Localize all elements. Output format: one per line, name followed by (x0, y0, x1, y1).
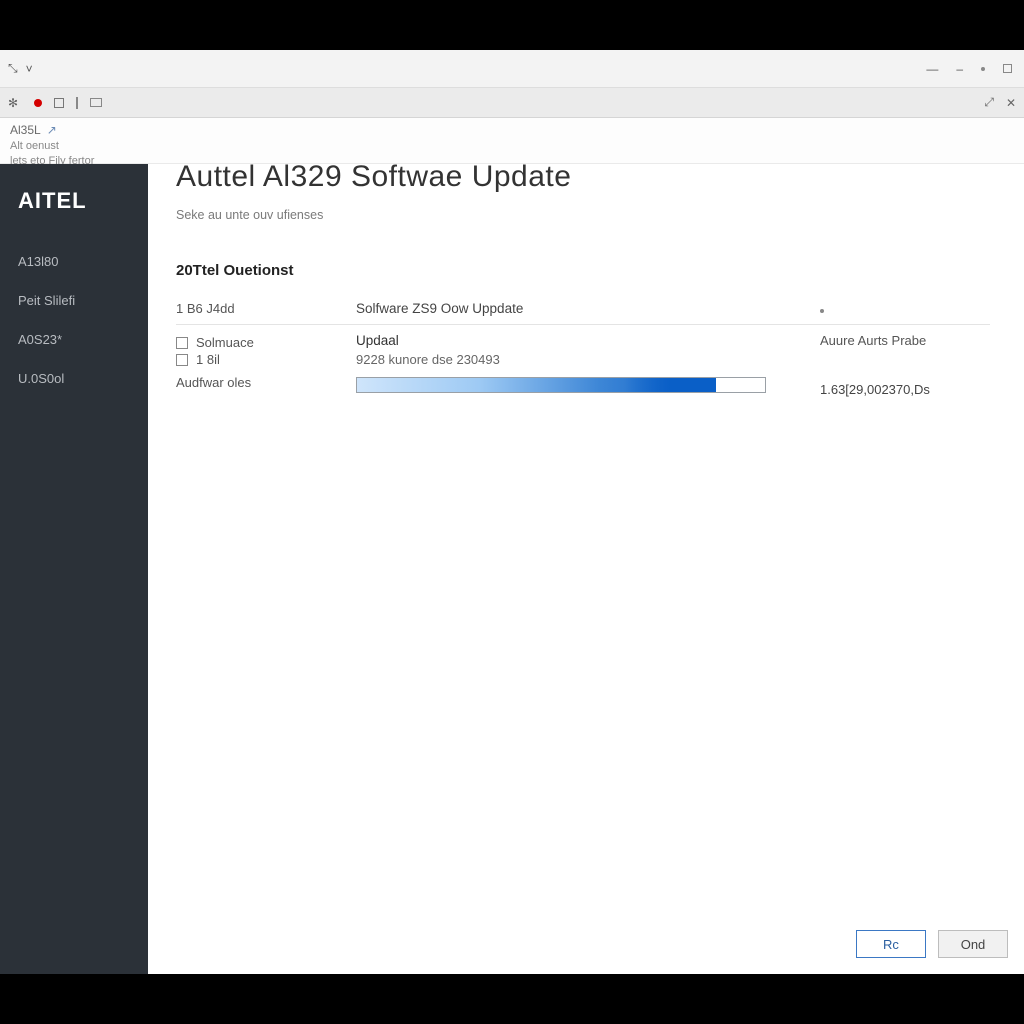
crumb-sub-1: Alt oenust (10, 139, 1014, 154)
sidebar: AITEL A13l80 Peit Slilefi A0S23* U.0S0ol (0, 164, 148, 974)
right-info-top: Auure Aurts Prabe (820, 333, 990, 348)
minimize-icon[interactable]: — (926, 62, 938, 76)
open-external-icon[interactable]: ↗ (47, 122, 57, 139)
checkbox-icon[interactable] (176, 337, 188, 349)
table-header-left: 1 B6 J4dd (176, 301, 356, 316)
sidebar-item-0[interactable]: A13l80 (0, 242, 148, 281)
titlebar: ⤡ ˅ — – (0, 50, 1024, 88)
page-subtitle: Seke au unte ouv ufienses (176, 208, 990, 222)
main-pane: Auttel Al329 Softwae Update Seke au unte… (148, 164, 1024, 974)
table-header-right (820, 301, 990, 316)
progress-highlight (602, 378, 716, 392)
section-heading: 20Ttel Ouetionst (176, 262, 990, 279)
sidebar-item-2[interactable]: A0S23* (0, 320, 148, 359)
expand-icon[interactable]: ⤢ (984, 95, 994, 110)
stop-icon[interactable] (54, 98, 64, 108)
ribbon-bar: ✻ ⤢ ✕ (0, 88, 1024, 118)
dot-icon (981, 67, 985, 71)
tools-icon[interactable]: ✻ (8, 96, 22, 110)
breadcrumb: Al35L ↗ Alt oenust lets eto Fily fertor (0, 118, 1024, 164)
page-title: Auttel Al329 Softwae Update (176, 160, 990, 194)
titlebar-glyph-2: ˅ (26, 62, 33, 76)
brand-logo: AITEL (0, 182, 148, 242)
table-header-center: Solfware ZS9 Oow Uppdate (356, 301, 820, 316)
checkbox-label-1: Solmuace (196, 335, 254, 350)
progress-bar (356, 377, 766, 393)
checkbox-row-1[interactable]: Solmuace (176, 335, 356, 350)
ok-button[interactable]: Ond (938, 930, 1008, 958)
crumb-code: Al35L (10, 122, 41, 139)
record-icon[interactable] (34, 99, 42, 107)
window-icon[interactable] (90, 98, 102, 107)
step-icon[interactable] (76, 97, 78, 109)
titlebar-glyph-1: ⤡ (8, 61, 18, 76)
sidebar-item-1[interactable]: Peit Slilefi (0, 281, 148, 320)
update-subtitle: 9228 kunore dse 230493 (356, 352, 820, 367)
minimize2-icon[interactable]: – (956, 62, 963, 76)
checkbox-label-2: 1 8il (196, 352, 220, 367)
right-info-bottom: 1.63[29,002370,Ds (820, 382, 990, 397)
row-left-extra: Audfwar oles (176, 375, 356, 390)
table-header-row: 1 B6 J4dd Solfware ZS9 Oow Uppdate (176, 293, 990, 325)
checkbox-row-2[interactable]: 1 8il (176, 352, 356, 367)
checkbox-icon[interactable] (176, 354, 188, 366)
table-row: Solmuace 1 8il Audfwar oles Updaal 9228 … (176, 325, 990, 405)
app-window: ⤡ ˅ — – ✻ ⤢ ✕ Al35L ↗ Alt oenust lets et… (0, 50, 1024, 974)
close-icon[interactable]: ✕ (1006, 96, 1016, 110)
sidebar-item-3[interactable]: U.0S0ol (0, 359, 148, 398)
footer-buttons: Rc Ond (856, 930, 1008, 958)
maximize-icon[interactable] (1003, 64, 1012, 73)
update-title: Updaal (356, 333, 820, 348)
retry-button[interactable]: Rc (856, 930, 926, 958)
